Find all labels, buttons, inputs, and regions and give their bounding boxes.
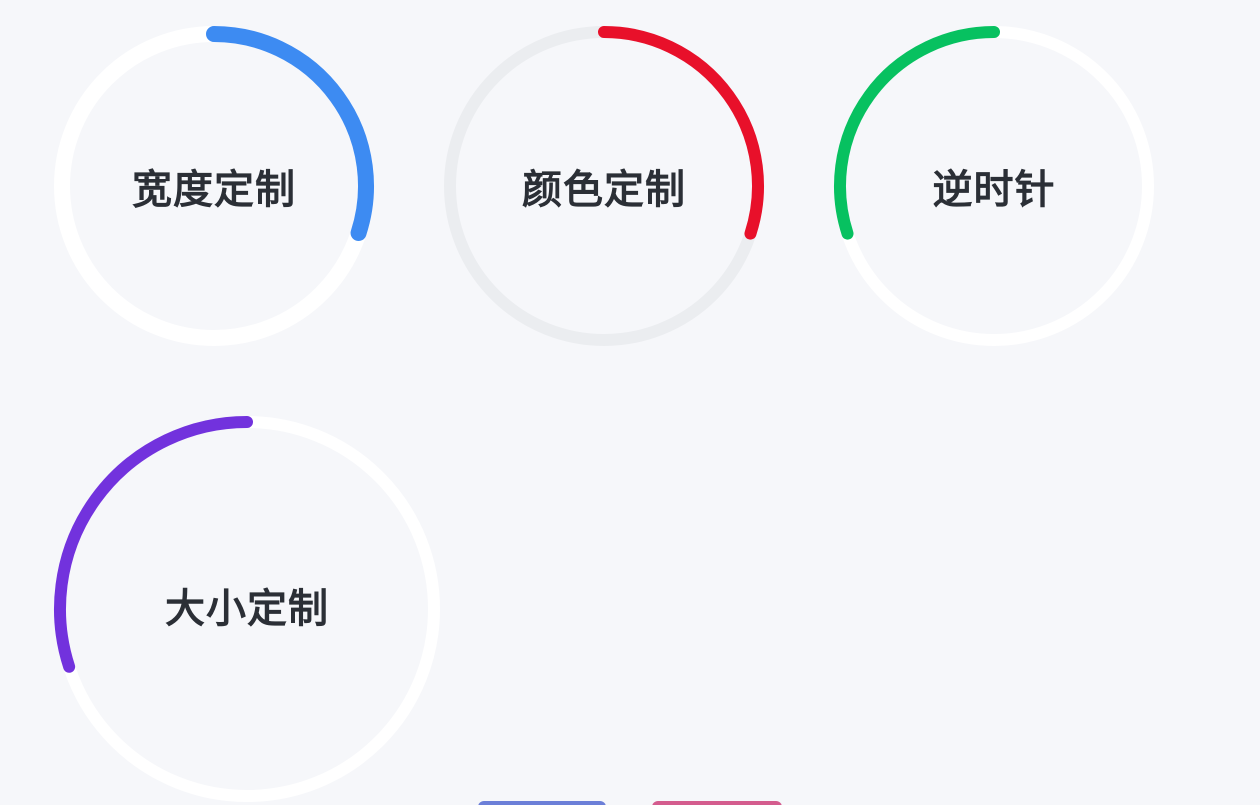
circle-ccw-label: 逆时针: [932, 167, 1056, 213]
circle-width-label: 宽度定制: [132, 167, 296, 213]
control-button-peek[interactable]: [652, 801, 782, 805]
circle-color-custom: 颜色定制: [444, 26, 764, 346]
circle-size-custom: 大小定制: [54, 416, 440, 802]
control-button-peek[interactable]: [478, 801, 606, 805]
circle-size-label: 大小定制: [165, 586, 329, 632]
circle-color-label: 颜色定制: [522, 167, 686, 213]
circle-width-custom: 宽度定制: [54, 26, 374, 346]
circle-counterclockwise: 逆时针: [834, 26, 1154, 346]
circle-progress-demo: 宽度定制 颜色定制 逆时针 大小定制: [0, 0, 1260, 805]
